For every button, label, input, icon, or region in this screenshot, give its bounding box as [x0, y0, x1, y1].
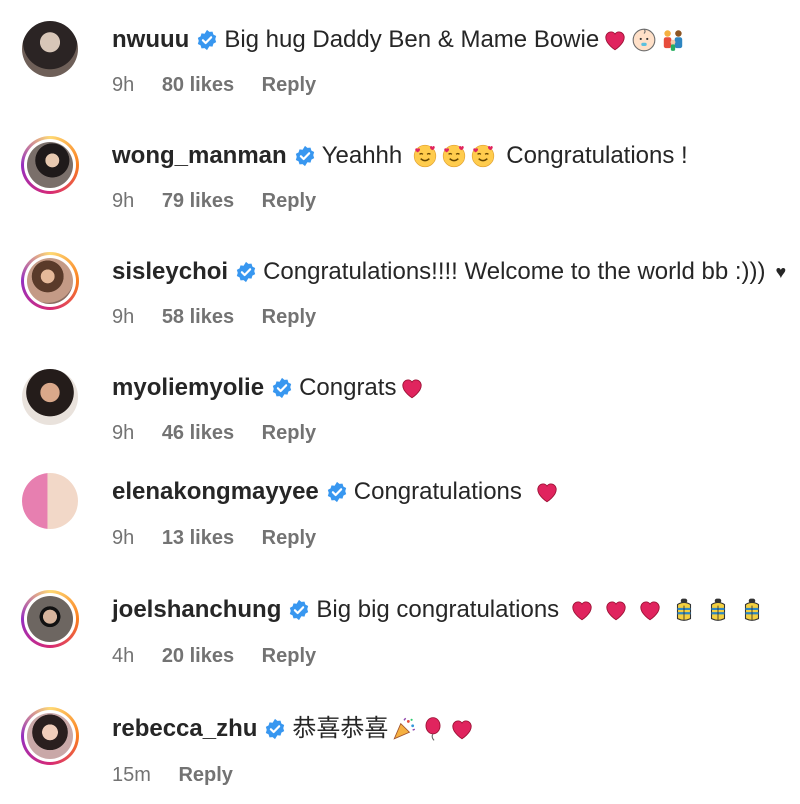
reply-button[interactable]: Reply: [262, 306, 316, 328]
red-heart-icon: [603, 597, 629, 623]
reply-button[interactable]: Reply: [262, 422, 316, 444]
username[interactable]: rebecca_zhu: [112, 714, 257, 744]
red-heart-icon: [534, 479, 560, 505]
reply-button[interactable]: Reply: [262, 645, 316, 667]
avatar[interactable]: [21, 252, 79, 310]
baby-bottle-icon: [705, 597, 731, 623]
username[interactable]: wong_manman: [112, 141, 287, 171]
likes-count[interactable]: 13 likes: [162, 527, 234, 549]
black-heart-icon: ♥: [775, 262, 787, 282]
likes-count[interactable]: 79 likes: [162, 190, 234, 212]
red-heart-icon: [399, 375, 425, 401]
red-heart-icon: [569, 597, 595, 623]
party-popper-icon: [391, 716, 417, 742]
verified-badge-icon: [294, 145, 316, 167]
red-heart-icon: [637, 597, 663, 623]
comment-text: Congrats: [299, 374, 397, 401]
comment-text: Congratulations: [353, 478, 522, 505]
verified-badge-icon: [288, 599, 310, 621]
comment-time: 9h: [112, 306, 135, 328]
comment-text: Yeahhh: [321, 142, 403, 169]
reply-button[interactable]: Reply: [262, 190, 316, 212]
avatar[interactable]: [21, 368, 79, 426]
smiling-face-with-hearts-icon: [441, 143, 467, 169]
comment-text: Big big congratulations: [316, 596, 560, 623]
comment-time: 15m: [112, 764, 151, 786]
comment-time: 4h: [112, 645, 135, 667]
comment-time: 9h: [112, 527, 135, 549]
avatar[interactable]: [21, 472, 79, 530]
avatar[interactable]: [21, 590, 79, 648]
verified-badge-icon: [326, 481, 348, 503]
username[interactable]: sisleychoi: [112, 257, 228, 287]
comment-time: 9h: [112, 422, 135, 444]
comment-text: 恭喜恭喜: [292, 715, 389, 742]
smiling-face-with-hearts-icon: [412, 143, 438, 169]
username[interactable]: myoliemyolie: [112, 373, 264, 403]
likes-count[interactable]: 20 likes: [162, 645, 234, 667]
verified-badge-icon: [235, 261, 257, 283]
username[interactable]: elenakongmayyee: [112, 477, 319, 507]
baby-bottle-icon: [671, 597, 697, 623]
comment-text-suffix: Congratulations !: [506, 142, 688, 169]
likes-count[interactable]: 58 likes: [162, 306, 234, 328]
comment-item: rebecca_zhu 恭喜恭喜 15m Reply: [0, 0, 800, 786]
likes-count[interactable]: 46 likes: [162, 422, 234, 444]
avatar[interactable]: [21, 136, 79, 194]
red-heart-icon: [449, 716, 475, 742]
comment-time: 9h: [112, 190, 135, 212]
comment-text: Congratulations!!!! Welcome to the world…: [263, 258, 766, 285]
verified-badge-icon: [271, 377, 293, 399]
balloon-icon: [420, 716, 446, 742]
username[interactable]: joelshanchung: [112, 595, 281, 625]
smiling-face-with-hearts-icon: [470, 143, 496, 169]
reply-button[interactable]: Reply: [262, 527, 316, 549]
verified-badge-icon: [264, 718, 286, 740]
baby-bottle-icon: [739, 597, 765, 623]
avatar[interactable]: [21, 707, 79, 765]
reply-button[interactable]: Reply: [178, 764, 232, 786]
